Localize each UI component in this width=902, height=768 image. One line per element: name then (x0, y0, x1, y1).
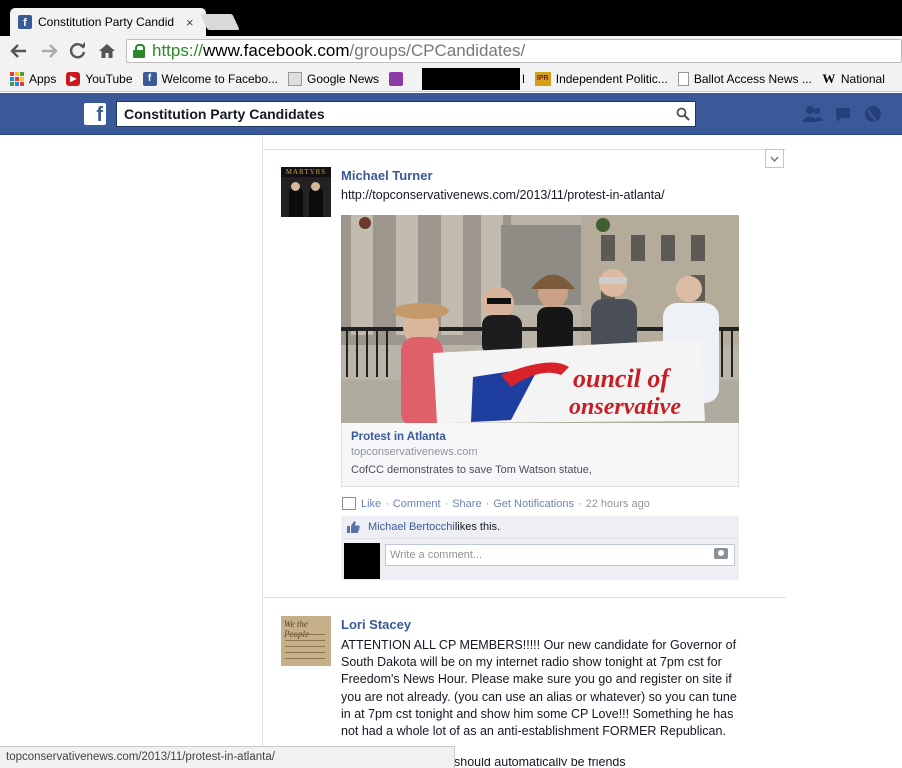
camera-icon[interactable] (714, 548, 728, 559)
url-path: /groups/CPCandidates/ (349, 41, 526, 60)
bookmarks-bar: Apps ▶ YouTube f Welcome to Facebo... Go… (0, 66, 902, 92)
facebook-icon: f (142, 71, 157, 86)
facebook-favicon-icon: f (18, 15, 32, 29)
lock-icon (133, 44, 145, 58)
redacted-bookmark (422, 67, 521, 90)
notification-jewels (802, 104, 884, 124)
post-divider (262, 597, 786, 598)
link-preview-domain: topconservativenews.com (351, 446, 478, 458)
post-actions: Like · Comment · Share · Get Notificatio… (342, 497, 650, 510)
avatar[interactable]: We the People (281, 616, 331, 666)
likes-summary: Michael Bertocchi likes this. (341, 516, 739, 538)
link-preview-card[interactable]: Protest in Atlanta topconservativenews.c… (341, 423, 739, 487)
post-timestamp[interactable]: 22 hours ago (586, 498, 650, 510)
avatar[interactable]: MARTYRS (281, 167, 331, 217)
bookmark-mail[interactable] (389, 71, 408, 86)
left-column (0, 135, 262, 768)
likes-suffix: likes this. (454, 521, 501, 533)
post-line: in at 7pm cst tonight and show him some … (341, 706, 734, 721)
bookmark-label: Google News (307, 71, 380, 86)
bookmark-apps[interactable]: Apps (10, 71, 57, 86)
comment-placeholder: Write a comment... (390, 549, 483, 561)
search-input[interactable]: Constitution Party Candidates (116, 101, 696, 127)
mail-icon (389, 71, 404, 86)
post-line: not had a whole lot of as an anti-establ… (341, 724, 726, 739)
post-link[interactable]: http://topconservativenews.com/2013/11/p… (341, 188, 665, 202)
link-preview-description: CofCC demonstrates to save Tom Watson st… (351, 464, 592, 476)
facebook-header: f Constitution Party Candidates (0, 93, 902, 135)
feed-divider (262, 149, 786, 150)
banner-text-line2: onservative (569, 394, 681, 420)
bookmark-wikipedia[interactable]: W National (822, 70, 885, 86)
new-tab-button[interactable] (200, 14, 240, 30)
browser-toolbar: https://www.facebook.com/groups/CPCandid… (0, 36, 902, 66)
comment-input[interactable]: Write a comment... (385, 544, 735, 566)
link-preview-title[interactable]: Protest in Atlanta (351, 431, 729, 443)
bookmark-label: Welcome to Facebo... (161, 71, 279, 86)
avatar (344, 543, 380, 579)
link-post-icon (342, 497, 356, 510)
browser-tabstrip: f Constitution Party Candid × (0, 0, 902, 36)
liker-name[interactable]: Michael Bertocchi (368, 521, 455, 533)
post-line: Freedom's News Hour. Please make sure yo… (341, 672, 732, 687)
address-bar[interactable]: https://www.facebook.com/groups/CPCandid… (126, 39, 902, 63)
search-value: Constitution Party Candidates (124, 106, 325, 122)
tab-title: Constitution Party Candid (38, 15, 175, 29)
separator: · (385, 497, 389, 510)
status-bar-url: topconservativenews.com/2013/11/protest-… (0, 746, 455, 768)
post-photo[interactable]: ouncil of onservative (341, 215, 739, 423)
comment-button[interactable]: Comment (393, 498, 441, 510)
back-arrow-icon[interactable] (8, 40, 30, 62)
bookmark-google-news[interactable]: Google News (288, 71, 380, 86)
bookmark-label: National (840, 71, 885, 86)
facebook-logo-icon[interactable]: f (84, 103, 106, 125)
news-icon (288, 71, 303, 86)
post-line: ATTENTION ALL CP MEMBERS!!!!! Our new ca… (341, 638, 737, 652)
separator: · (577, 497, 582, 510)
wikipedia-icon: W (822, 70, 836, 86)
url-scheme: https:// (152, 41, 204, 60)
comment-composer: Write a comment... (341, 538, 739, 580)
notifications-globe-icon[interactable] (862, 104, 884, 124)
friend-requests-icon[interactable] (802, 104, 824, 124)
bookmark-facebook[interactable]: f Welcome to Facebo... (142, 71, 279, 86)
browser-tab[interactable]: f Constitution Party Candid × (10, 8, 206, 36)
post-author-name[interactable]: Michael Turner (341, 168, 433, 183)
share-button[interactable]: Share (452, 498, 481, 510)
avatar-text: MARTYRS (281, 167, 331, 177)
youtube-icon: ▶ (66, 71, 81, 86)
thumbs-up-icon (347, 521, 360, 533)
separator: · (485, 497, 490, 510)
bookmark-label: Apps (29, 71, 57, 86)
banner-text-line1: ouncil of (573, 364, 671, 393)
bookmark-ballot-access[interactable]: Ballot Access News ... (677, 71, 812, 86)
bookmark-label: l (522, 71, 525, 86)
bookmark-redacted-tail[interactable]: l (522, 72, 525, 86)
post-line: South Dakota will be on my internet radi… (341, 655, 722, 670)
post-author-name[interactable]: Lori Stacey (341, 617, 411, 632)
separator: · (444, 497, 449, 510)
home-icon[interactable] (96, 40, 118, 62)
like-button[interactable]: Like (361, 498, 381, 510)
page-icon (677, 71, 689, 86)
url-host: www.facebook.com (203, 41, 350, 60)
bookmark-ipr[interactable]: IPR Independent Politic... (534, 71, 668, 86)
get-notifications-button[interactable]: Get Notifications (493, 498, 574, 510)
post-options-chevron-icon[interactable] (765, 149, 784, 168)
post-line: you are not already. (you can use an ali… (341, 689, 737, 704)
reload-icon[interactable] (67, 40, 89, 62)
forward-arrow-icon[interactable] (38, 40, 60, 62)
tab-close-icon[interactable]: × (186, 15, 194, 30)
bookmark-label: Ballot Access News ... (693, 71, 812, 86)
ipr-icon: IPR (534, 71, 551, 86)
messages-icon[interactable] (832, 104, 854, 124)
bookmark-label: YouTube (85, 71, 133, 86)
bookmark-youtube[interactable]: ▶ YouTube (66, 71, 133, 86)
avatar-text: We the People (284, 619, 309, 639)
search-icon[interactable] (676, 107, 690, 121)
bookmark-label: Independent Politic... (555, 71, 668, 86)
apps-grid-icon (10, 71, 24, 86)
